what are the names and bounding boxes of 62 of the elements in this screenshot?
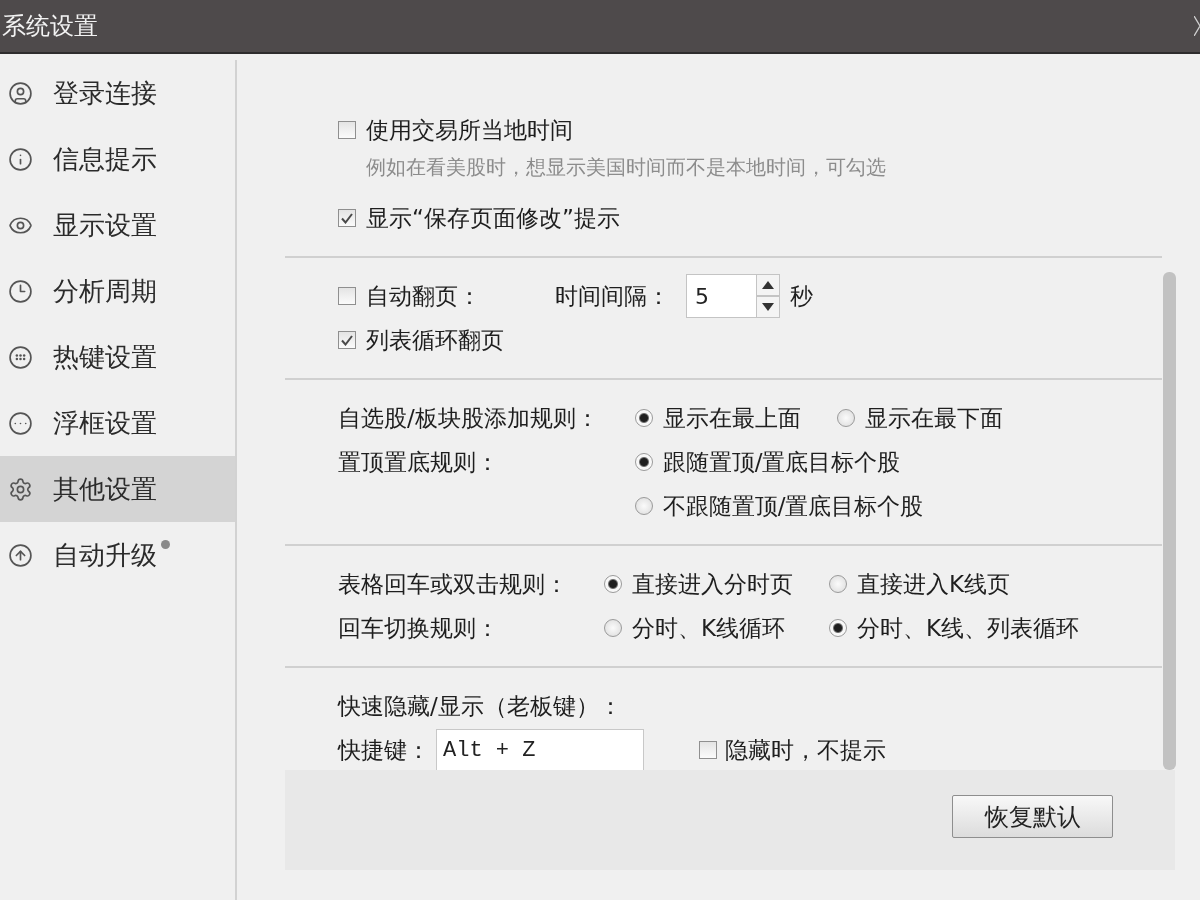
radio-button[interactable] [604,575,622,593]
arrow-up-icon [8,542,33,568]
radio-button[interactable] [634,453,653,471]
radio-button[interactable] [829,575,847,593]
checkbox-label: 自动翻页： [366,281,481,311]
rule-label: 自选股/板块股添加规则： [338,404,599,433]
hotkey-label: 快捷键： [338,735,430,765]
interval-label: 时间间隔： [555,281,670,311]
info-icon [8,146,33,172]
window-title: 系统设置 [2,11,98,42]
radio-button[interactable] [829,619,847,637]
increment-button[interactable] [756,274,780,296]
sidebar-item[interactable]: 自动升级 [0,522,235,588]
rule-label: 置顶置底规则： [338,448,499,477]
sidebar-item[interactable]: 登录连接 [0,60,235,126]
radio-button[interactable] [836,409,855,427]
restore-defaults-button[interactable]: 恢复默认 [952,795,1113,838]
interval-field[interactable]: 5 [686,274,756,318]
rule-label: 回车切换规则： [338,614,499,643]
option-label: 不跟随置顶/置底目标个股 [662,491,924,521]
option-label: 分时、K线循环 [632,613,786,643]
radio-button[interactable] [634,497,653,515]
settings-icon [8,476,33,502]
keypad-icon [8,344,33,370]
sidebar-item[interactable]: 浮框设置 [0,390,235,456]
hotkey-field[interactable]: Alt + Z [436,729,644,771]
sidebar-item[interactable]: 信息提示 [0,126,235,192]
checkbox-label: 使用交易所当地时间 [366,115,573,145]
triangle-down-icon [762,303,774,311]
close-icon[interactable] [1194,16,1200,36]
triangle-up-icon [762,281,774,289]
sidebar-item[interactable]: 分析周期 [0,258,235,324]
checkmark-icon [341,212,353,224]
sidebar-item[interactable]: 显示设置 [0,192,235,258]
checkbox-label: 隐藏时，不提示 [725,735,886,765]
sidebar-item[interactable]: 其他设置 [0,456,235,522]
rule-label: 表格回车或双击规则： [338,570,568,599]
checkbox-label: 列表循环翻页 [366,325,504,355]
checkbox-label: 显示“保存页面修改”提示 [366,203,620,233]
decrement-button[interactable] [756,296,780,318]
option-label: 直接进入分时页 [632,569,793,599]
checkbox[interactable] [338,331,356,349]
radio-button[interactable] [634,409,653,427]
option-label: 直接进入K线页 [857,569,1011,599]
checkbox[interactable] [699,741,717,759]
ellipsis-icon [8,410,33,436]
scrollbar-thumb[interactable] [1163,272,1176,770]
option-label: 跟随置顶/置底目标个股 [662,447,901,477]
radio-button[interactable] [604,619,622,637]
sidebar-item[interactable]: 热键设置 [0,324,235,390]
clock-icon [8,278,33,304]
option-label: 显示在最上面 [662,403,801,433]
option-label: 分时、K线、列表循环 [857,613,1080,643]
hint-text: 例如在看美股时，想显示美国时间而不是本地时间，可勾选 [366,154,886,181]
checkbox[interactable] [338,287,356,305]
user-icon [8,80,33,106]
checkbox[interactable] [338,121,356,139]
unit-label: 秒 [790,281,813,311]
checkbox[interactable] [338,209,356,227]
group-heading: 快速隐藏/显示（老板键）： [338,691,622,721]
checkmark-icon [341,334,353,346]
option-label: 显示在最下面 [864,403,1003,433]
